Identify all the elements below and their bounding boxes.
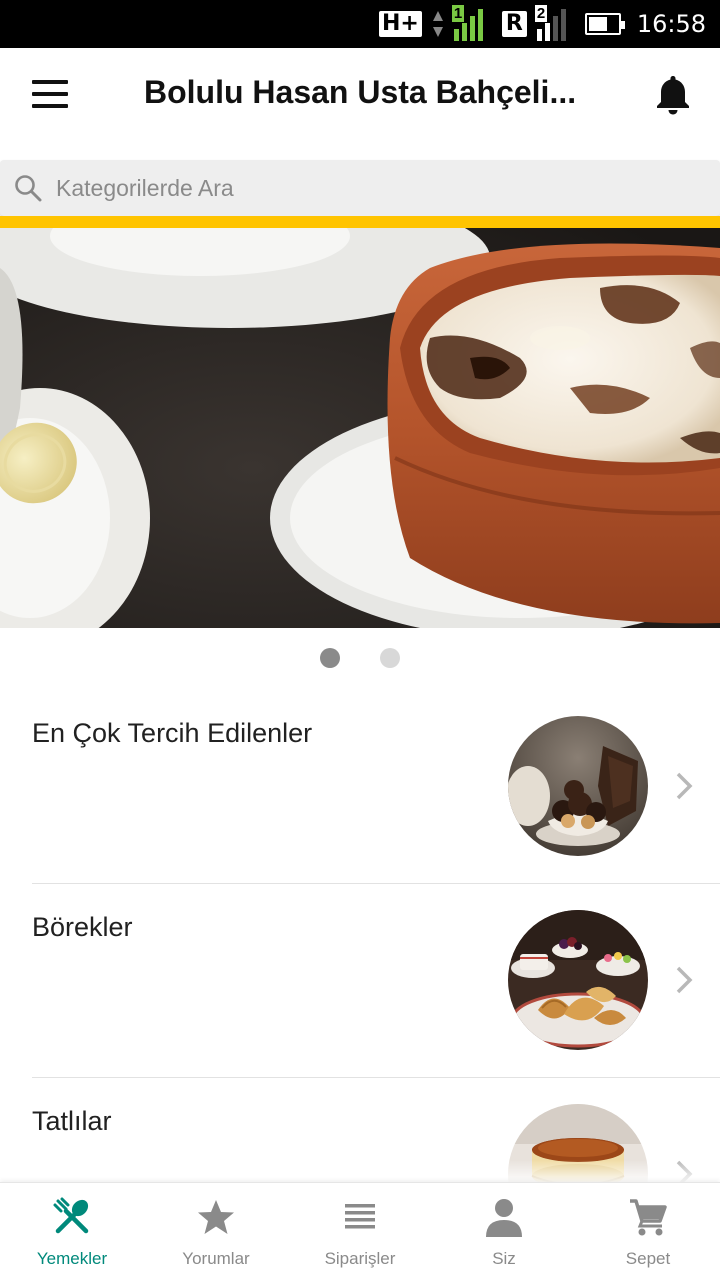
cart-icon (630, 1199, 667, 1236)
nav-item-yemekler[interactable]: Yemekler (0, 1183, 144, 1280)
chevron-right-icon (676, 966, 693, 994)
hamburger-menu-icon[interactable] (30, 80, 70, 110)
sim2-label: 2 (534, 5, 548, 22)
nav-label: Siz (492, 1249, 516, 1268)
chevron-right-icon (676, 772, 693, 800)
clock: 16:58 (636, 10, 706, 38)
bell-icon[interactable] (654, 74, 692, 116)
category-label: Tatlılar (32, 1106, 112, 1136)
category-image (508, 910, 648, 1050)
promo-banner-image[interactable] (0, 228, 720, 628)
carousel-dot-1[interactable] (320, 648, 340, 668)
carousel-dot-2[interactable] (380, 648, 400, 668)
nav-item-siparisler[interactable]: Siparişler (288, 1183, 432, 1280)
nav-label: Yorumlar (182, 1249, 250, 1268)
category-search-input[interactable] (56, 168, 696, 208)
category-label: En Çok Tercih Edilenler (32, 718, 313, 748)
network-type-indicator: H+ (379, 11, 422, 37)
status-icons: H+ 1 R 2 16:58 (379, 0, 706, 48)
category-item-most-preferred[interactable]: En Çok Tercih Edilenler (0, 690, 720, 884)
nav-item-siz[interactable]: Siz (432, 1183, 576, 1280)
fork-spoon-icon (53, 1197, 89, 1234)
roaming-indicator: R (501, 11, 527, 37)
category-label: Börekler (32, 912, 133, 942)
star-icon (198, 1200, 234, 1234)
status-bar: H+ 1 R 2 16:58 (0, 0, 720, 48)
battery-icon (584, 13, 625, 35)
restaurant-title: Bolulu Hasan Usta Bahçeli... (144, 74, 577, 110)
category-image (508, 716, 648, 856)
nav-label: Siparişler (324, 1249, 396, 1268)
nav-label: Yemekler (36, 1249, 108, 1268)
sim2-signal-icon: 2 (534, 5, 575, 41)
nav-label: Sepet (625, 1249, 671, 1268)
nav-item-yorumlar[interactable]: Yorumlar (144, 1183, 288, 1280)
rice-pudding-photo (0, 228, 720, 628)
list-icon (345, 1204, 375, 1229)
scroll-fade (0, 1160, 720, 1184)
sim1-signal-icon: 1 (451, 5, 492, 41)
person-icon (486, 1199, 522, 1237)
bottom-navigation: Yemekler Yorumlar Siparişler Siz Sepet (0, 1182, 720, 1280)
carousel-indicators (0, 646, 720, 670)
search-icon (15, 175, 42, 202)
category-item-borekler[interactable]: Börekler (0, 884, 720, 1078)
accent-divider (0, 216, 720, 228)
data-activity-icon (432, 11, 443, 37)
nav-item-sepet[interactable]: Sepet (576, 1183, 720, 1280)
search-bar[interactable] (0, 160, 720, 216)
app-bar: Bolulu Hasan Usta Bahçeli... (0, 48, 720, 160)
sim1-label: 1 (451, 5, 465, 22)
